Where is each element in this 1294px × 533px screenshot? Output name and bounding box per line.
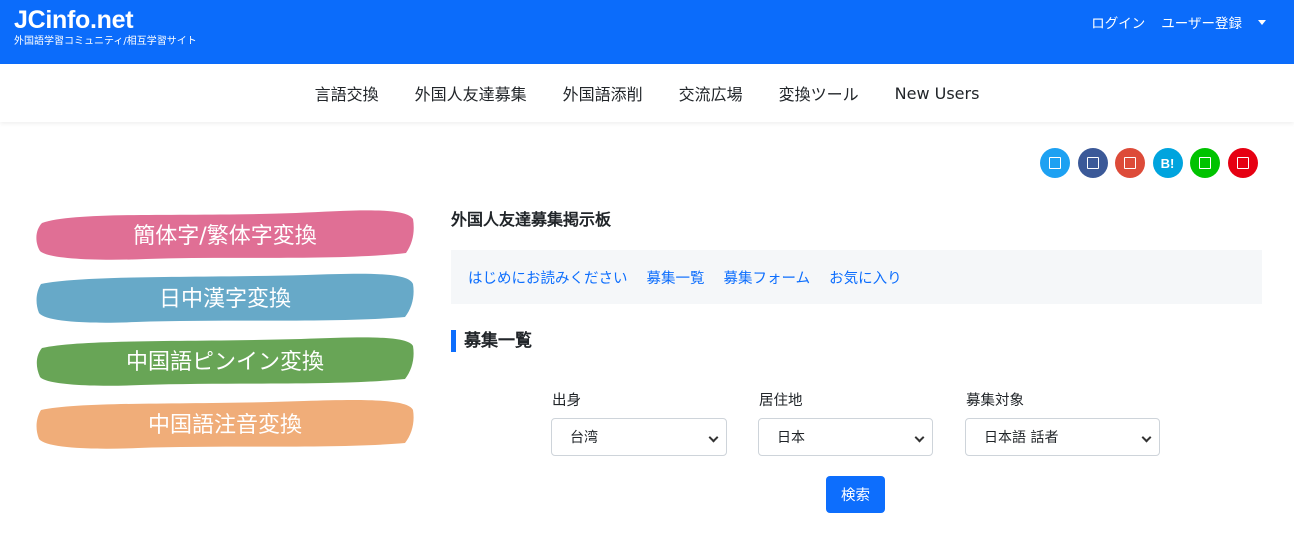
pocket-icon[interactable] [1227,148,1258,178]
nav-new-users[interactable]: New Users [895,84,980,103]
social-share: B! [1040,148,1265,178]
page-title: 外国人友達募集掲示板 [451,210,612,229]
brand-title[interactable]: JCinfo.net [14,6,197,34]
tool-pinyin-button[interactable]: 中国語ピンイン変換 [36,335,414,386]
nav-friend-search[interactable]: 外国人友達募集 [415,81,527,105]
tool-zhuyin-button[interactable]: 中国語注音変換 [36,398,414,449]
brand[interactable]: JCinfo.net 外国語学習コミュニティ/相互学習サイト [14,6,197,49]
nav-conversion-tools[interactable]: 変換ツール [779,81,859,105]
target-label: 募集対象 [966,393,1024,409]
residence-label: 居住地 [759,393,803,409]
nav-correction[interactable]: 外国語添削 [563,81,643,105]
twitter-icon[interactable] [1040,148,1070,178]
target-value: 日本語 話者 [984,430,1059,446]
googleplus-icon[interactable] [1115,148,1145,178]
residence-value: 日本 [777,430,805,446]
chevron-down-icon [1141,432,1152,443]
top-header: JCinfo.net 外国語学習コミュニティ/相互学習サイト ログイン ユーザー… [0,0,1294,64]
tool-simplified-traditional-button[interactable]: 簡体字/繁体字変換 [36,209,414,260]
tab-form[interactable]: 募集フォーム [724,267,811,288]
origin-select[interactable]: 台湾 [551,418,727,456]
residence-select[interactable]: 日本 [758,418,933,456]
tool-label: 中国語ピンイン変換 [125,350,324,375]
tool-label: 簡体字/繁体字変換 [133,224,317,249]
tool-label: 中国語注音変換 [147,413,302,438]
hatena-icon[interactable]: B! [1152,148,1183,178]
register-link[interactable]: ユーザー登録 [1161,12,1242,32]
dropdown-caret-icon[interactable] [1258,19,1266,25]
line-icon[interactable] [1190,148,1220,178]
chevron-down-icon [708,432,719,443]
tab-read-first[interactable]: はじめにお読みください [468,267,628,288]
tab-favorites[interactable]: お気に入り [829,267,902,288]
origin-value: 台湾 [570,430,598,446]
nav-forum[interactable]: 交流広場 [679,81,743,105]
chevron-down-icon [914,432,925,443]
brand-subtitle: 外国語学習コミュニティ/相互学習サイト [14,36,197,47]
tab-listing[interactable]: 募集一覧 [647,267,705,288]
board-tabs: はじめにお読みください 募集一覧 募集フォーム お気に入り [451,250,1262,304]
origin-label: 出身 [552,393,581,409]
search-button[interactable]: 検索 [826,476,885,513]
tool-japanese-chinese-kanji-button[interactable]: 日中漢字変換 [36,272,414,323]
login-link[interactable]: ログイン [1091,12,1145,32]
facebook-icon[interactable] [1077,148,1108,178]
account-nav: ログイン ユーザー登録 [1075,12,1266,32]
tool-label: 日中漢字変換 [158,287,291,312]
listing-heading: 募集一覧 [451,330,532,352]
nav-language-exchange[interactable]: 言語交換 [315,81,379,105]
target-select[interactable]: 日本語 話者 [965,418,1160,456]
hatena-label: B! [1160,155,1175,171]
main-nav: 言語交換 外国人友達募集 外国語添削 交流広場 変換ツール New Users [0,64,1294,122]
